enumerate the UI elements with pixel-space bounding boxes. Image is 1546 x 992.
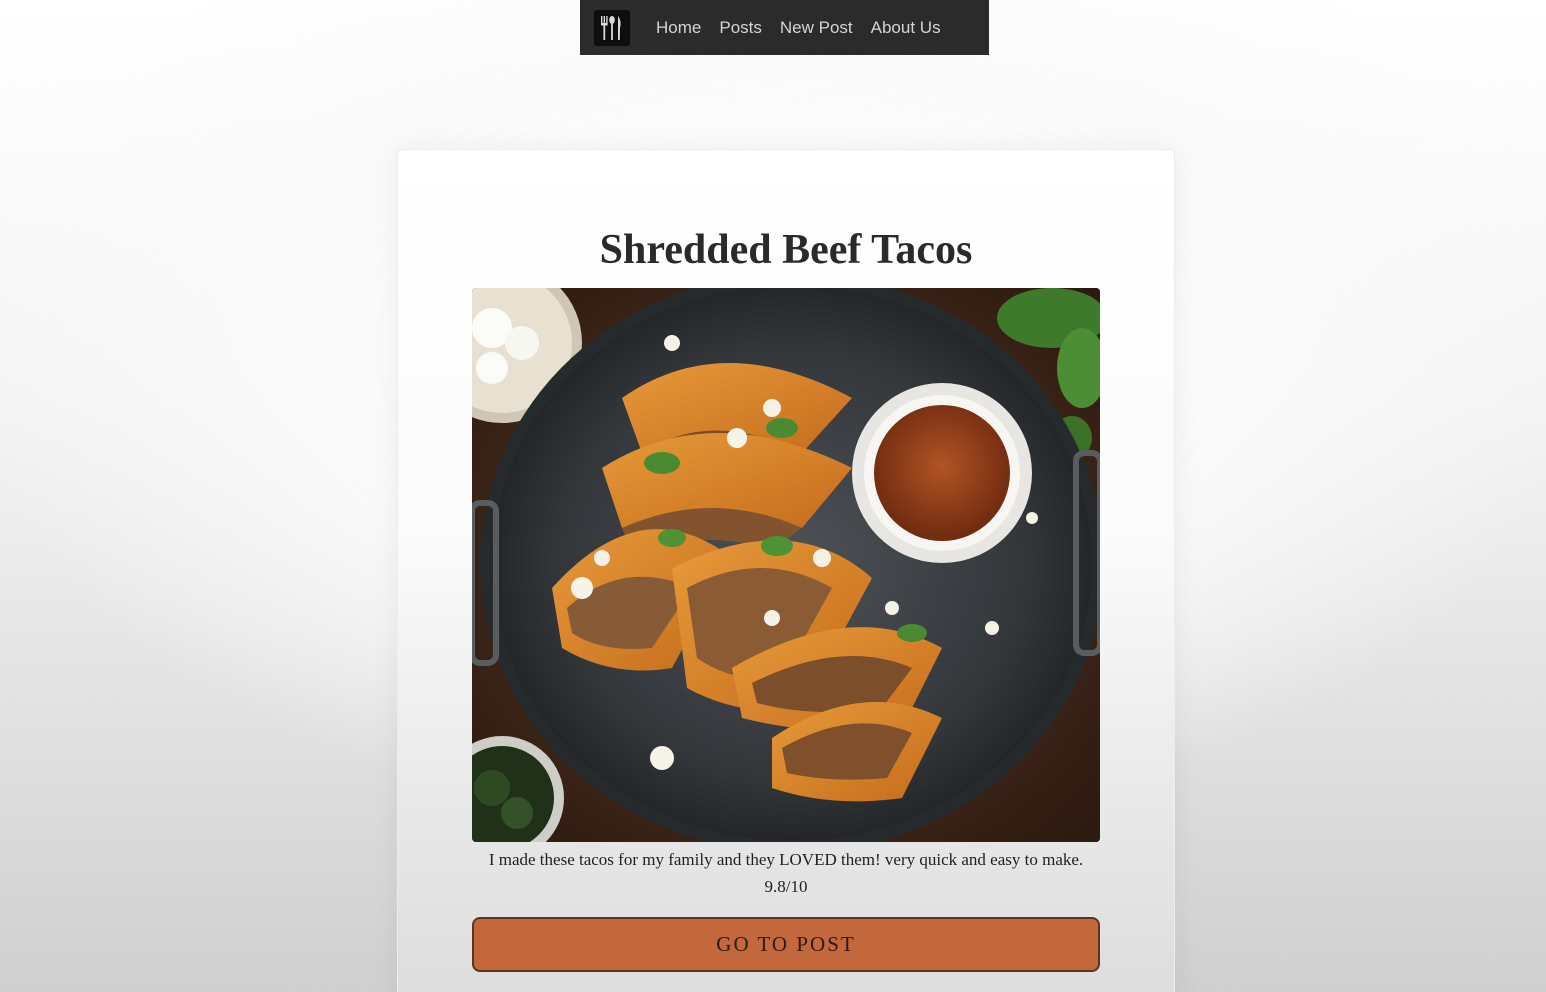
post-title: Shredded Beef Tacos xyxy=(599,227,973,273)
go-to-post-button[interactable]: GO TO POST xyxy=(472,917,1100,972)
post-card: Shredded Beef Tacos I made these tacos f… xyxy=(397,149,1175,992)
nav-home-link[interactable]: Home xyxy=(656,18,701,38)
top-navbar: Home Posts New Post About Us xyxy=(580,0,989,55)
post-image xyxy=(472,288,1100,842)
nav-about-us-link[interactable]: About Us xyxy=(871,18,941,38)
post-description: I made these tacos for my family and the… xyxy=(488,850,1084,896)
utensils-icon[interactable] xyxy=(594,9,630,46)
nav-new-post-link[interactable]: New Post xyxy=(780,18,853,38)
nav-posts-link[interactable]: Posts xyxy=(719,18,762,38)
